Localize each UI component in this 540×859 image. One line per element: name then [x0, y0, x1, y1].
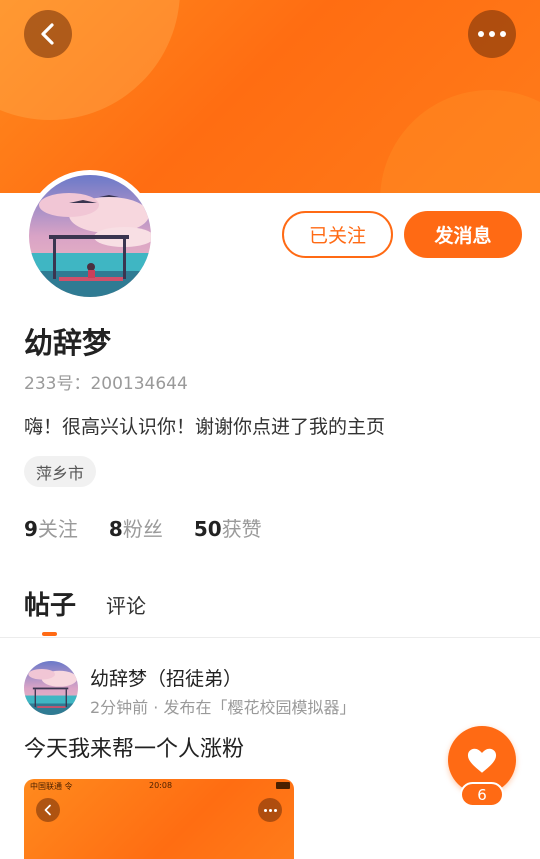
more-button[interactable]: [468, 10, 516, 58]
back-button[interactable]: [24, 10, 72, 58]
post-text[interactable]: 今天我来帮一个人涨粉: [24, 731, 244, 763]
more-dots-icon: [263, 808, 277, 812]
fans-label: 粉丝: [122, 517, 163, 541]
likes-count: 50: [193, 517, 222, 541]
banner-decoration: [0, 0, 180, 120]
banner-decoration: [380, 90, 540, 193]
heart-icon: [467, 748, 497, 773]
following-label: 关注: [37, 517, 78, 541]
send-message-button[interactable]: 发消息: [404, 211, 522, 258]
stat-fans[interactable]: 8粉丝: [109, 513, 163, 542]
following-count: 9: [24, 517, 38, 541]
image-status-text: 中国联通 令: [30, 782, 73, 791]
image-time-text: 20:08: [149, 781, 173, 790]
profile-banner: [0, 0, 540, 193]
divider: [0, 637, 540, 638]
followed-button[interactable]: 已关注: [282, 211, 393, 258]
profile-stats: 9关注 8粉丝 50获赞: [24, 513, 262, 542]
chevron-left-icon: [44, 804, 51, 816]
stat-likes[interactable]: 50获赞: [194, 513, 262, 542]
likes-label: 获赞: [221, 517, 262, 541]
post-author-name[interactable]: 幼辞梦（招徒弟）: [90, 664, 242, 691]
tab-posts[interactable]: 帖子: [24, 585, 76, 622]
stat-following[interactable]: 9关注: [24, 513, 78, 542]
profile-uid: 233号：200134644: [24, 374, 188, 394]
active-tab-indicator: [42, 632, 57, 636]
post-image[interactable]: 中国联通 令 20:08: [24, 779, 294, 859]
location-tag: 萍乡市: [24, 456, 97, 487]
avatar-image: [29, 175, 151, 297]
more-dots-icon: [478, 31, 506, 37]
post-meta: 2分钟前 · 发布在「樱花校园模拟器」: [90, 698, 356, 717]
battery-icon: [276, 782, 290, 789]
like-count-badge: 6: [460, 782, 504, 807]
profile-name: 幼辞梦: [24, 326, 112, 360]
profile-bio: 嗨！很高兴认识你！谢谢你点进了我的主页: [24, 416, 386, 438]
avatar[interactable]: [24, 170, 156, 302]
fans-count: 8: [108, 517, 123, 541]
avatar-image: [24, 661, 78, 715]
post-author-avatar[interactable]: [24, 661, 78, 715]
image-more-button: [258, 798, 282, 822]
tab-comments[interactable]: 评论: [106, 590, 146, 619]
chevron-left-icon: [41, 23, 54, 45]
image-back-button: [36, 798, 60, 822]
